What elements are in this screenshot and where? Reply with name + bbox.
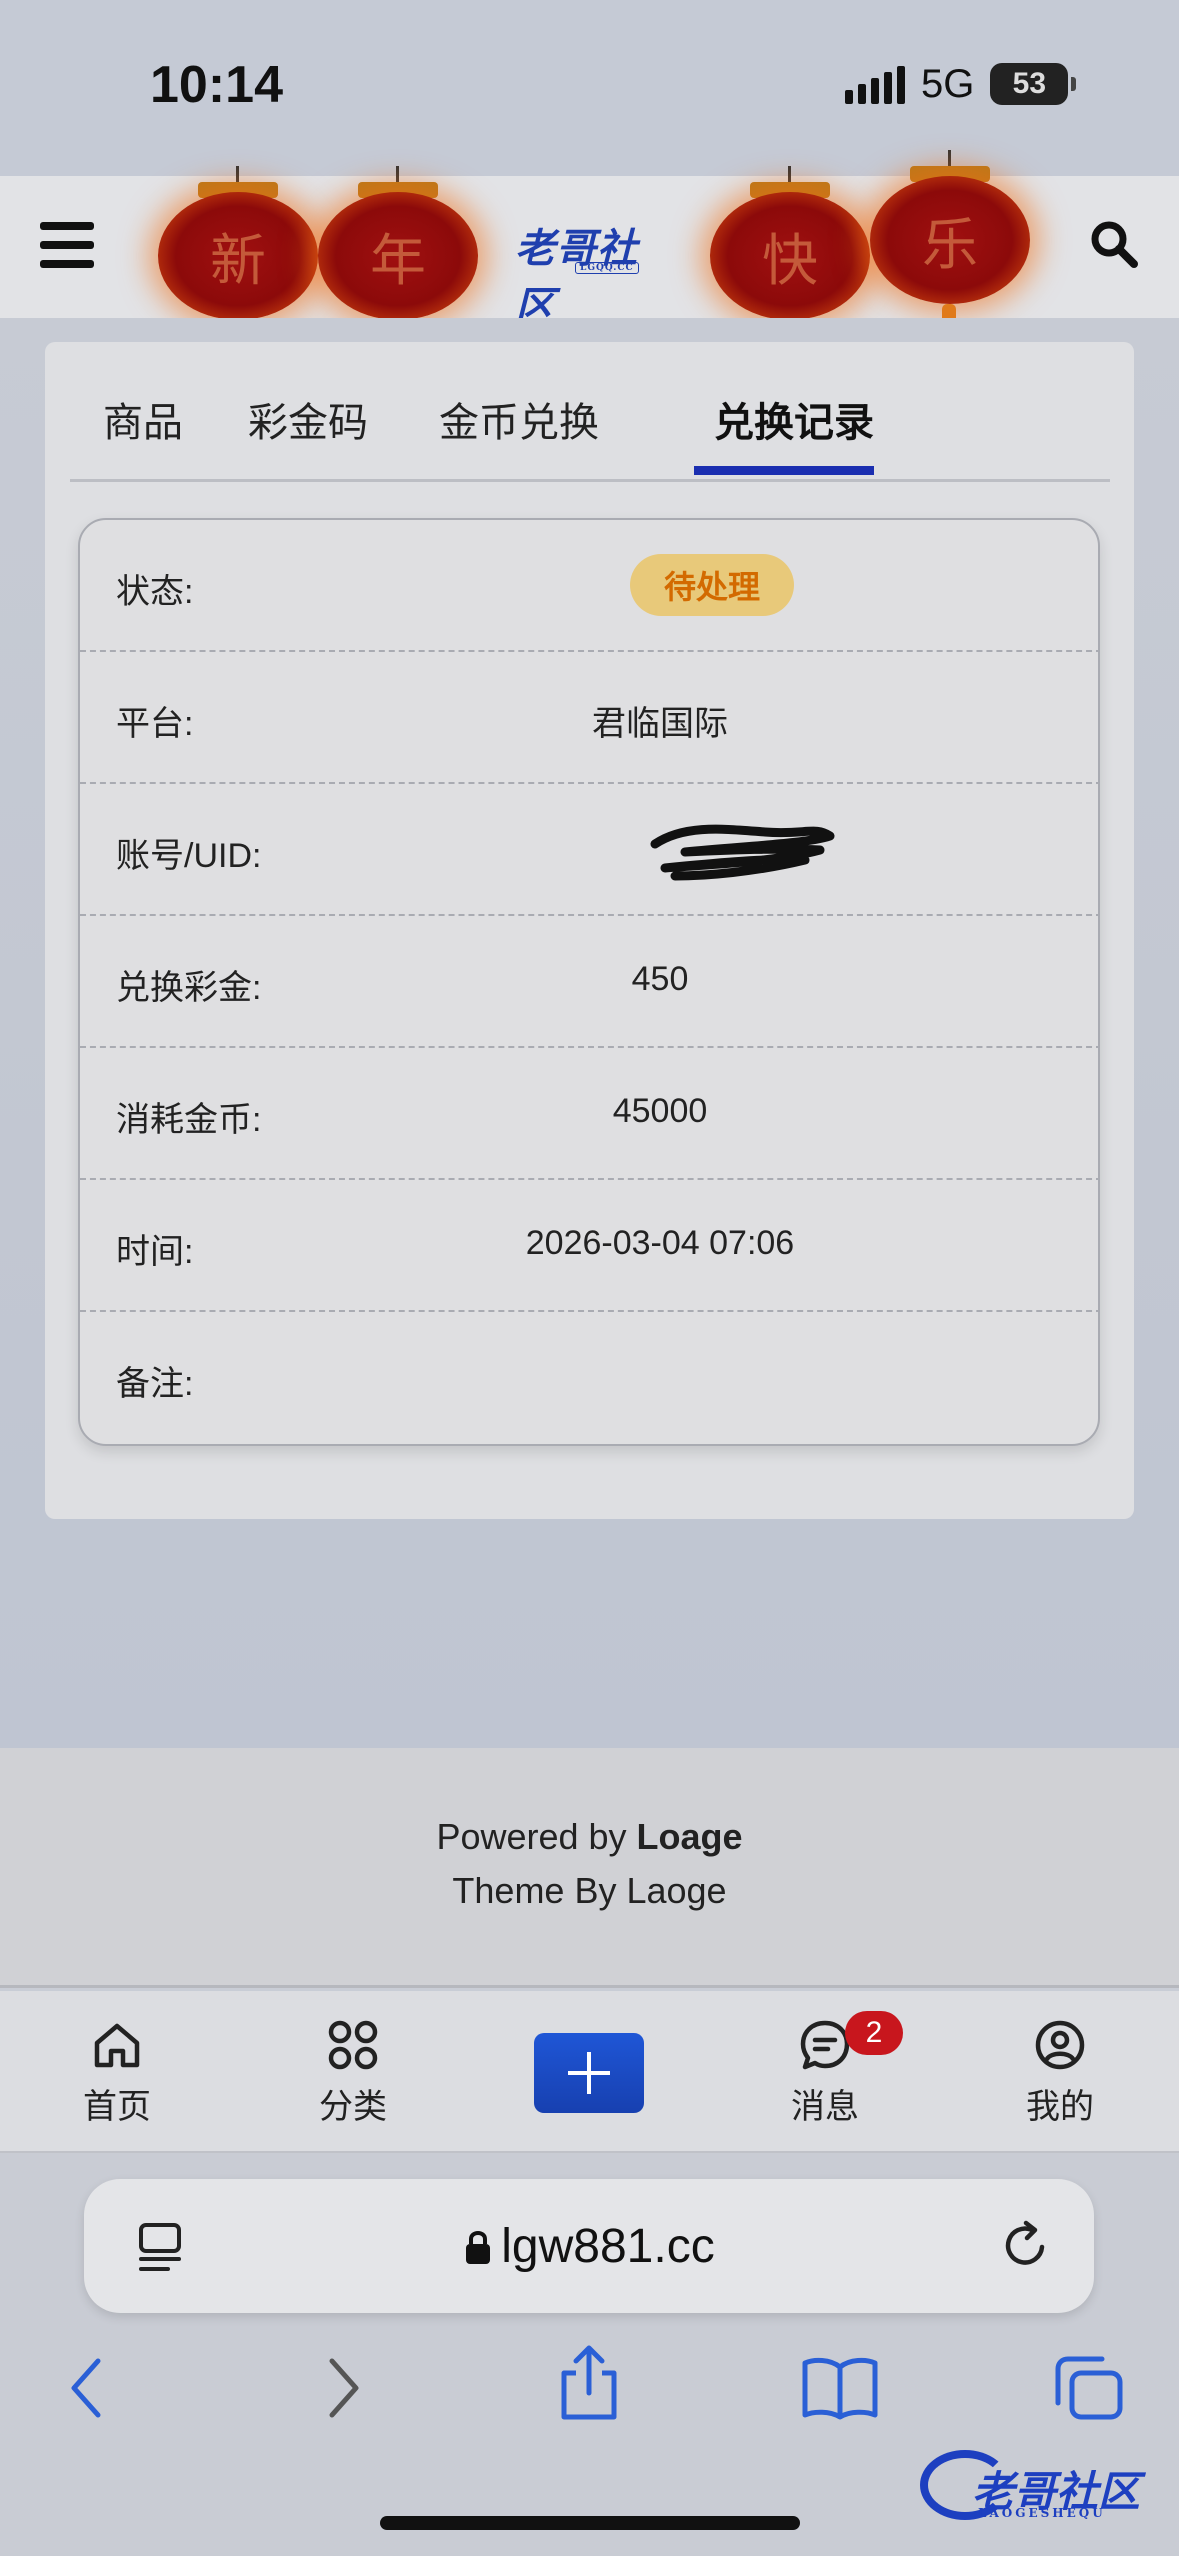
home-icon [94,2023,140,2068]
active-tab-indicator [694,466,874,475]
platform-value: 君临国际 [592,705,728,743]
search-icon[interactable] [1088,218,1140,270]
lantern-char: 乐 [922,212,978,278]
theme-credit: Theme By Laoge [452,1870,727,1911]
time-label: 时间: [116,1233,194,1271]
status-label: 状态: [116,573,194,611]
exchange-panel: 商品 彩金码 金币兑换 兑换记录 状态: 待处理 平台: 君临国际 账号/UID… [45,342,1134,1519]
chat-icon [800,2020,850,2070]
tabbar-label-home: 首页 [83,2088,151,2126]
lantern-char: 新 [210,228,266,294]
tabbar-item-profile[interactable]: 我的 [990,2015,1130,2128]
powered-name: Loage [636,1816,743,1857]
record-row-time: 时间: 2026-03-04 07:06 [80,1180,1098,1312]
lantern-decoration: 乐 [870,150,1030,354]
grid-icon [328,2020,378,2070]
home-indicator [380,2516,800,2530]
address-bar[interactable]: lgw881.cc [84,2179,1094,2313]
record-row-platform: 平台: 君临国际 [80,652,1098,784]
share-icon[interactable] [556,2343,622,2423]
record-row-account: 账号/UID: [80,784,1098,916]
reload-icon[interactable] [998,2217,1054,2273]
lock-icon [466,2231,491,2264]
signal-icon [845,64,905,104]
status-badge: 待处理 [630,554,794,616]
watermark-logo: 老哥社区 LAOGESHEQU [920,2448,1170,2528]
top-nav: 新 年 老哥社区 LGQQ.CC 快 乐 [0,150,1179,370]
tab-bar: 商品 彩金码 金币兑换 兑换记录 [70,342,1110,482]
tabbar-label-category: 分类 [319,2088,387,2126]
plus-icon [568,2052,610,2094]
platform-label: 平台: [116,705,194,743]
bottom-tab-bar: 首页 分类 消息 2 我的 [0,1991,1179,2153]
lantern-char: 年 [370,228,426,294]
url-display: lgw881.cc [84,2219,1094,2274]
lantern-decoration: 快 [710,166,870,370]
forward-icon[interactable] [318,2353,368,2423]
site-footer: Powered by Loage Theme By Laoge [0,1748,1179,1988]
lantern-decoration: 新 [158,166,318,370]
redacted-scribble [650,824,835,881]
powered-prefix: Powered by [436,1816,637,1857]
bonus-value: 450 [631,960,689,998]
record-row-coins: 消耗金币: 45000 [80,1048,1098,1180]
powered-by: Powered by Loage [0,1816,1179,1858]
record-row-note: 备注: [80,1312,1098,1444]
tab-products[interactable]: 商品 [103,390,183,448]
battery-level: 53 [1012,67,1047,100]
logo-subtext: LGQQ.CC [575,262,639,274]
note-label: 备注: [116,1365,194,1403]
coins-value: 45000 [612,1092,708,1130]
watermark-subtext: LAOGESHEQU [978,2506,1106,2520]
status-bar: 10:14 5G 53 [0,0,1179,176]
logo-text: 老哥社区 [515,225,638,330]
status-indicators: 5G 53 [845,60,1077,108]
menu-icon[interactable] [40,222,94,268]
exchange-record-card: 状态: 待处理 平台: 君临国际 账号/UID: 兑换彩金: 450 消耗金币:… [78,518,1100,1446]
network-type: 5G [921,61,975,106]
tabbar-item-category[interactable]: 分类 [283,2015,423,2128]
tabbar-label-messages: 消息 [791,2088,859,2126]
bookmarks-icon[interactable] [800,2353,880,2423]
tabbar-item-home[interactable]: 首页 [47,2015,187,2128]
bonus-label: 兑换彩金: [116,969,262,1007]
tab-exchange-records[interactable]: 兑换记录 [714,390,874,448]
record-row-bonus: 兑换彩金: 450 [80,916,1098,1048]
battery-icon: 53 [990,63,1077,105]
url-text: lgw881.cc [501,2220,715,2273]
tabbar-label-profile: 我的 [1026,2088,1094,2126]
coins-label: 消耗金币: [116,1101,262,1139]
tabs-icon[interactable] [1050,2353,1126,2423]
user-icon [1035,2020,1085,2070]
time-value: 2026-03-04 07:06 [525,1224,795,1262]
notification-badge: 2 [845,2011,903,2055]
status-time: 10:14 [150,56,283,114]
lantern-char: 快 [762,228,818,294]
create-post-button[interactable] [534,2033,644,2113]
back-icon[interactable] [62,2353,112,2423]
tab-coin-exchange[interactable]: 金币兑换 [439,390,599,448]
lantern-decoration: 年 [318,166,478,370]
record-row-status: 状态: 待处理 [80,520,1098,652]
account-label: 账号/UID: [116,837,262,875]
tab-bonus-code[interactable]: 彩金码 [248,390,368,448]
site-logo[interactable]: 老哥社区 LGQQ.CC [515,216,670,330]
